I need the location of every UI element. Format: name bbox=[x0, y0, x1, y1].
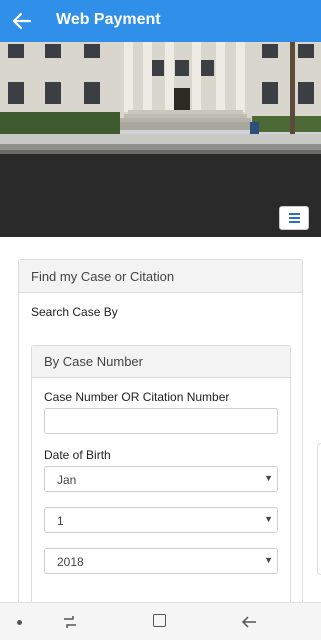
panel-heading: Find my Case or Citation bbox=[31, 269, 175, 284]
dob-month-select[interactable]: Jan ▼ bbox=[44, 466, 278, 492]
dob-day-value: 1 bbox=[57, 514, 64, 528]
recent-apps-icon[interactable] bbox=[62, 614, 78, 630]
search-by-label: Search Case By bbox=[31, 305, 118, 319]
dob-year-value: 2018 bbox=[57, 555, 84, 569]
hero-banner bbox=[0, 42, 321, 237]
case-number-label: Case Number OR Citation Number bbox=[44, 390, 230, 404]
curb bbox=[0, 150, 321, 154]
panel-header: Find my Case or Citation bbox=[19, 260, 302, 293]
back-icon[interactable] bbox=[240, 614, 258, 630]
home-icon[interactable] bbox=[153, 614, 166, 627]
dob-label: Date of Birth bbox=[44, 448, 111, 462]
dob-day-select[interactable]: 1 ▼ bbox=[44, 507, 278, 533]
dob-month-value: Jan bbox=[57, 473, 77, 487]
hamburger-menu-button[interactable] bbox=[279, 206, 309, 230]
case-number-input[interactable] bbox=[44, 408, 278, 434]
subpanel-heading: By Case Number bbox=[44, 354, 143, 369]
subpanel-header[interactable]: By Case Number bbox=[32, 346, 290, 378]
dot-icon[interactable] bbox=[17, 620, 22, 625]
find-case-panel: Find my Case or Citation Search Case By … bbox=[18, 259, 303, 609]
dob-year-select[interactable]: 2018 ▼ bbox=[44, 548, 278, 574]
courthouse-photo bbox=[0, 42, 321, 150]
system-nav-bar bbox=[0, 602, 321, 640]
chevron-down-icon: ▼ bbox=[264, 473, 273, 483]
by-case-number-panel: By Case Number Case Number OR Citation N… bbox=[31, 345, 291, 605]
app-bar: Web Payment bbox=[0, 0, 321, 42]
chevron-down-icon: ▼ bbox=[264, 514, 273, 524]
page-title: Web Payment bbox=[56, 11, 161, 28]
side-drawer-handle[interactable] bbox=[317, 443, 321, 575]
arrow-left-icon[interactable] bbox=[11, 10, 33, 32]
chevron-down-icon: ▼ bbox=[264, 555, 273, 565]
